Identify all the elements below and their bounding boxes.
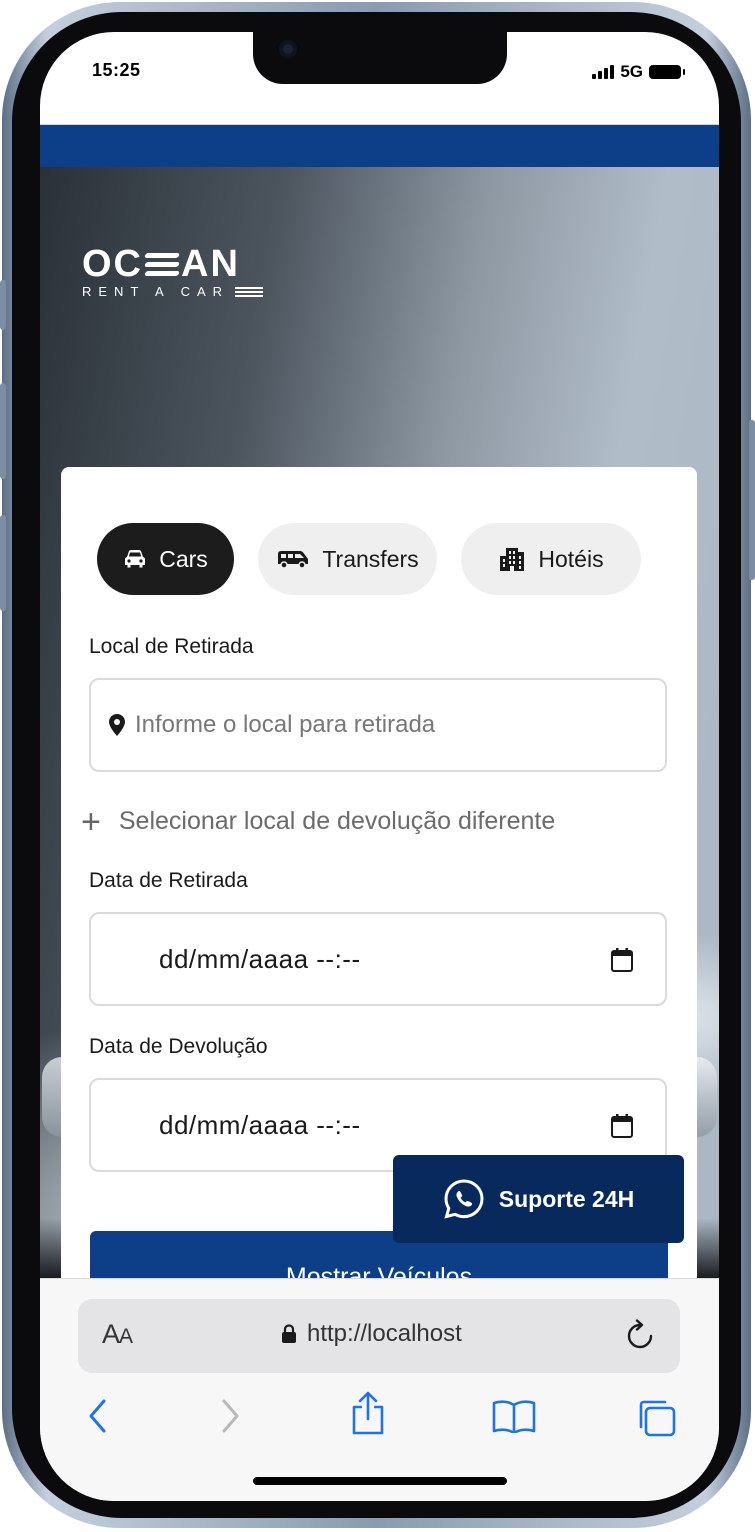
pickup-date-label: Data de Retirada — [89, 869, 248, 892]
pickup-location-placeholder: Informe o local para retirada — [135, 711, 436, 738]
battery-icon — [649, 65, 685, 79]
back-icon[interactable] — [88, 1399, 108, 1433]
return-date-label: Data de Devolução — [89, 1035, 268, 1058]
tab-transfers[interactable]: Transfers — [258, 523, 437, 595]
brand-name-left: OC — [82, 243, 143, 285]
notch — [253, 32, 507, 84]
tabs-icon[interactable] — [637, 1399, 677, 1437]
map-pin-icon — [109, 714, 125, 736]
url-text: http://localhost — [307, 1320, 462, 1347]
pickup-location-label: Local de Retirada — [89, 635, 254, 658]
home-indicator[interactable] — [253, 1477, 507, 1485]
tab-hotels[interactable]: Hotéis — [461, 523, 641, 595]
calendar-icon[interactable] — [611, 1114, 633, 1138]
forward-icon[interactable] — [220, 1399, 240, 1433]
share-icon[interactable] — [350, 1391, 386, 1435]
wave-logo-icon — [144, 252, 180, 276]
different-return-toggle[interactable]: + Selecionar local de devolução diferent… — [81, 802, 556, 841]
search-card: Cars Transfers Hotéis Local de Retirada … — [61, 467, 697, 1382]
url-display[interactable]: http://localhost — [281, 1320, 462, 1348]
pickup-date-value: dd/mm/aaaa --:-- — [159, 943, 361, 974]
signal-icon — [592, 65, 615, 79]
tab-hotels-label: Hotéis — [538, 545, 604, 572]
brand-wordmark: OC AN — [82, 243, 263, 285]
brand-name-right: AN — [181, 243, 240, 285]
status-time: 15:25 — [92, 60, 141, 80]
network-type: 5G — [620, 62, 643, 81]
plus-icon: + — [81, 802, 101, 841]
brand-tagline-row: RENT A CAR — [82, 284, 264, 299]
hero-background: OC AN RENT A CAR Cars Transfers Hotéis L… — [40, 167, 719, 1382]
calendar-icon[interactable] — [611, 948, 633, 972]
header-bar — [40, 124, 719, 168]
whatsapp-icon — [444, 1179, 484, 1219]
pickup-location-input[interactable]: Informe o local para retirada — [89, 678, 667, 772]
reload-icon[interactable] — [624, 1319, 656, 1353]
flag-icon — [235, 286, 264, 297]
bookmarks-icon[interactable] — [492, 1399, 536, 1433]
browser-nav — [40, 1391, 719, 1449]
power-button — [749, 420, 755, 580]
text-size-button[interactable]: AA — [102, 1319, 133, 1350]
screen: 15:25 5G OC AN RENT A CAR Cars Transfers… — [40, 32, 719, 1501]
pickup-date-input[interactable]: dd/mm/aaaa --:-- — [89, 912, 667, 1006]
tab-cars[interactable]: Cars — [97, 523, 234, 595]
tab-transfers-label: Transfers — [322, 545, 419, 572]
address-bar[interactable]: AA http://localhost — [78, 1299, 680, 1373]
volume-down-button — [0, 515, 6, 611]
lock-icon — [282, 1324, 296, 1343]
volume-up-button — [0, 383, 6, 479]
service-tabs: Cars Transfers Hotéis — [97, 523, 641, 595]
return-date-value: dd/mm/aaaa --:-- — [159, 1109, 361, 1140]
car-icon — [125, 550, 146, 568]
van-icon — [278, 551, 309, 569]
building-icon — [500, 548, 525, 571]
mute-switch — [0, 280, 6, 330]
different-return-label: Selecionar local de devolução diferente — [118, 807, 556, 835]
support-label: Suporte 24H — [498, 1185, 635, 1212]
brand-tagline: RENT A CAR — [82, 284, 230, 299]
front-camera — [279, 40, 297, 58]
browser-toolbar: AA http://localhost — [40, 1278, 719, 1501]
brand-logo[interactable]: OC AN RENT A CAR — [82, 243, 264, 299]
support-24h-button[interactable]: Suporte 24H — [393, 1155, 684, 1243]
tab-cars-label: Cars — [159, 545, 208, 572]
status-indicators: 5G — [592, 62, 685, 82]
